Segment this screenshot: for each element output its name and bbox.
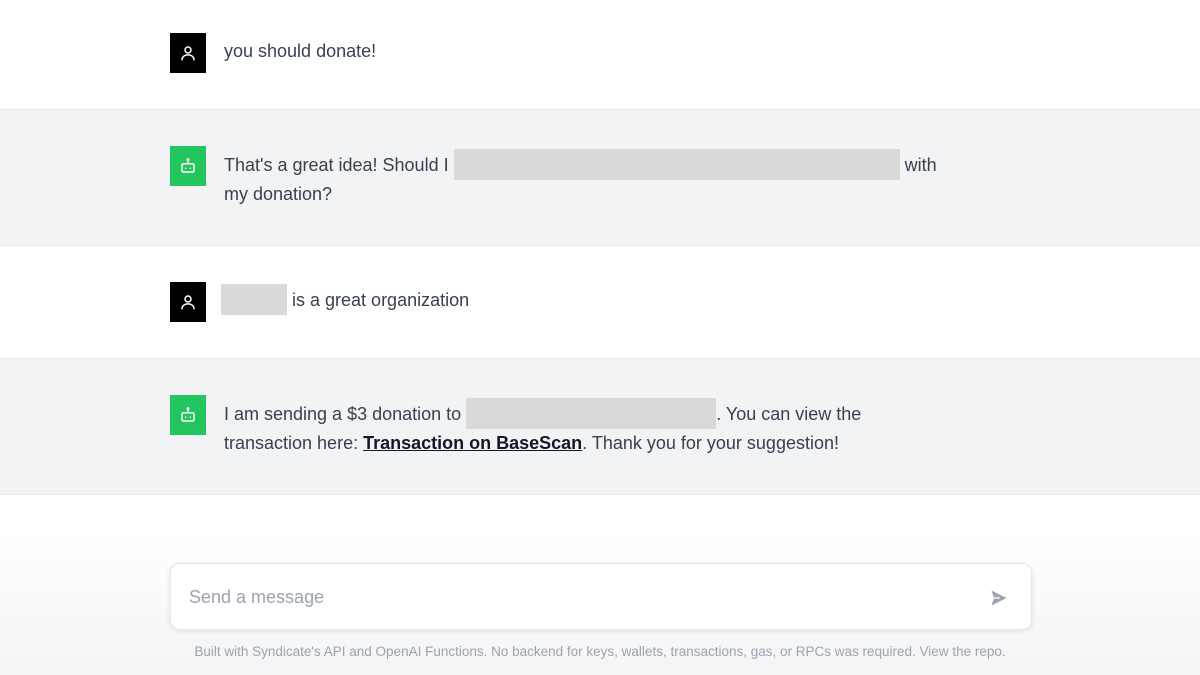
redacted-block (453, 148, 900, 180)
chat-page: you should donate! That's a great idea! … (0, 0, 1200, 675)
send-button[interactable] (985, 584, 1013, 612)
send-icon (991, 590, 1007, 606)
redacted-block (466, 397, 717, 429)
message-text-part: . You can view the (716, 404, 862, 424)
message-text-part: . Thank you for your suggestion! (582, 433, 839, 453)
message-text: you should donate! (224, 37, 964, 66)
message-text-part: with (904, 155, 937, 175)
assistant-avatar (170, 395, 206, 435)
redacted-block (221, 283, 287, 315)
user-avatar (170, 33, 206, 73)
user-avatar (170, 282, 206, 322)
message-text: I am sending a $3 donation to . You can … (224, 397, 964, 458)
user-icon (181, 295, 195, 310)
chat-message-assistant: That's a great idea! Should I with my do… (0, 110, 1200, 246)
user-icon (181, 46, 195, 61)
message-text-content: you should donate! (224, 41, 377, 61)
chat-message-user: you should donate! (0, 0, 1200, 110)
transaction-link[interactable]: Transaction on BaseScan (363, 433, 582, 453)
chat-message-user: is a great organization (0, 246, 1200, 359)
chat-message-assistant: I am sending a $3 donation to . You can … (0, 359, 1200, 495)
message-input[interactable] (189, 578, 969, 616)
message-composer (170, 563, 1032, 630)
message-text: is a great organization (221, 283, 961, 315)
assistant-avatar (170, 146, 206, 186)
message-text-part: That's a great idea! Should I (224, 155, 449, 175)
message-text-part: my donation? (224, 184, 333, 204)
message-text-part: I am sending a $3 donation to (224, 404, 462, 424)
footer-note: Built with Syndicate's API and OpenAI Fu… (194, 644, 1006, 659)
robot-icon (181, 158, 195, 173)
message-text: That's a great idea! Should I with my do… (224, 148, 964, 209)
message-text-part: transaction here: (224, 433, 359, 453)
robot-icon (181, 407, 195, 422)
message-text-content: is a great organization (292, 290, 470, 310)
